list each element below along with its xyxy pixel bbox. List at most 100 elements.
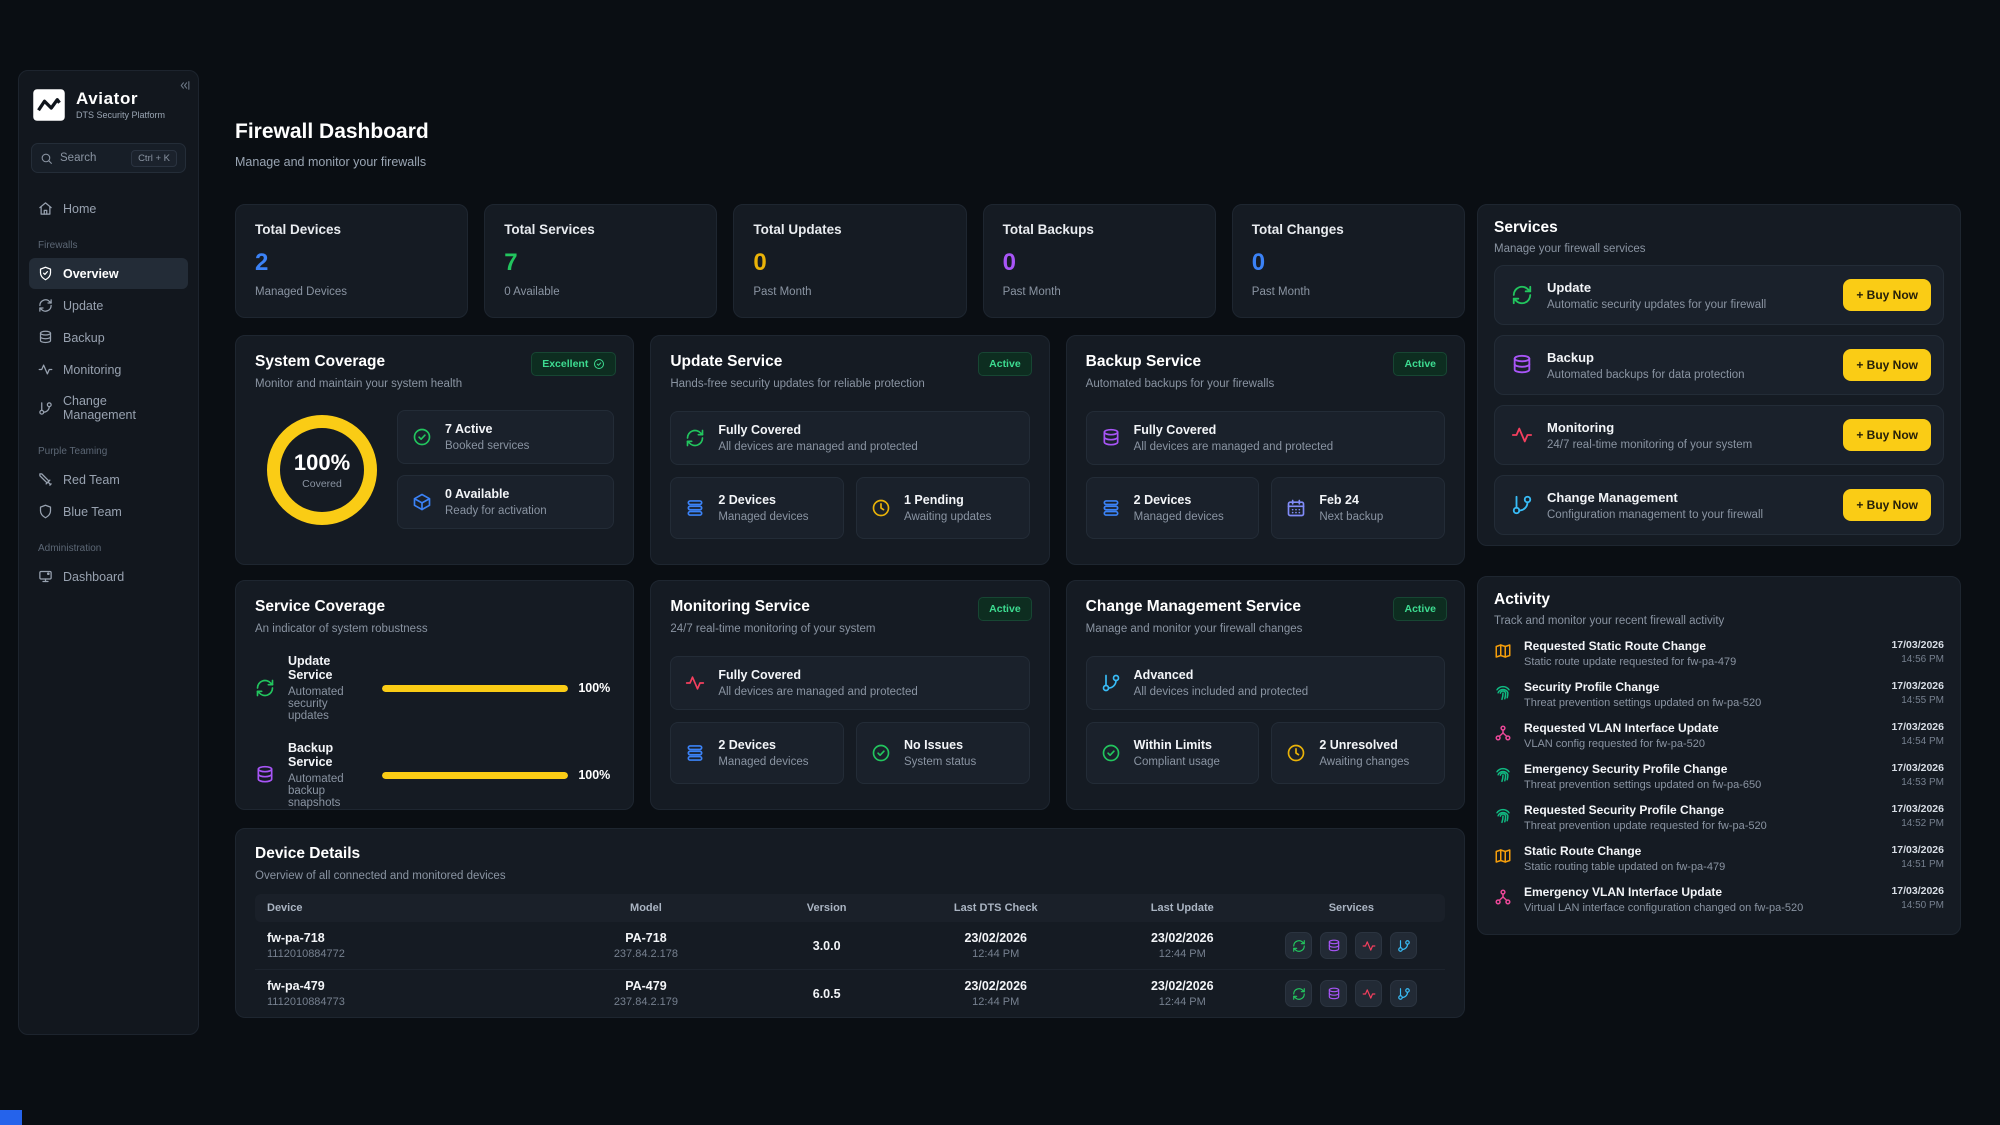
card-title: Service Coverage: [255, 598, 614, 616]
fingerprint-icon: [1494, 683, 1512, 701]
service-chip: [1355, 932, 1382, 959]
activity-caption: Threat prevention settings updated on fw…: [1524, 697, 1879, 709]
service-offer-row: Change Management Configuration manageme…: [1494, 475, 1944, 535]
sidebar-item[interactable]: Blue Team: [29, 496, 188, 527]
fingerprint-icon: [1494, 765, 1512, 783]
buy-now-button[interactable]: + Buy Now: [1843, 349, 1931, 381]
sidebar-item[interactable]: Dashboard: [29, 561, 188, 592]
buy-now-button[interactable]: + Buy Now: [1843, 279, 1931, 311]
activity-icon: [1362, 939, 1376, 953]
sidebar-item[interactable]: Backup: [29, 322, 188, 353]
sidebar-item-label: Red Team: [63, 473, 120, 487]
table-row[interactable]: fw-pa-7181112010884772 PA-718237.84.2.17…: [255, 922, 1445, 969]
refresh-icon: [1511, 284, 1533, 306]
sidebar-item-label: Update: [63, 299, 103, 313]
coverage-items: 7 Active Booked services 0 Available Rea…: [397, 410, 614, 529]
change-management-service-card: Active Change Management Service Manage …: [1066, 580, 1465, 810]
activity-caption: VLAN config requested for fw-pa-520: [1524, 738, 1879, 750]
sidebar-item-label: Backup: [63, 331, 105, 345]
activity-icon: [685, 673, 705, 693]
search-icon: [40, 152, 53, 165]
service-chip: [1390, 932, 1417, 959]
database-icon: [1327, 939, 1341, 953]
card-subtitle: An indicator of system robustness: [255, 623, 614, 635]
activity-item: Requested Security Profile Change Threat…: [1494, 803, 1944, 832]
service-chip: [1355, 980, 1382, 1007]
monitor-icon: [38, 569, 53, 584]
sidebar-item-home[interactable]: Home: [29, 193, 188, 224]
git-branch-icon: [1397, 939, 1411, 953]
clock-icon: [1286, 743, 1306, 763]
sidebar: Aviator DTS Security Platform Search Ctr…: [18, 70, 199, 1035]
fingerprint-icon: [1494, 806, 1512, 824]
buy-now-button[interactable]: + Buy Now: [1843, 489, 1931, 521]
map-icon: [1494, 642, 1512, 660]
activity-title: Static Route Change: [1524, 844, 1879, 858]
activity-icon: [38, 362, 53, 377]
app-tagline: DTS Security Platform: [76, 110, 165, 120]
feature-item: 2 Unresolved Awaiting changes: [1271, 722, 1445, 784]
page-header: Firewall Dashboard Manage and monitor yo…: [235, 120, 429, 169]
sidebar-item[interactable]: Red Team: [29, 464, 188, 495]
sidebar-item-label: Change Management: [63, 394, 179, 422]
home-icon: [38, 201, 53, 216]
refresh-icon: [1292, 939, 1306, 953]
activity-caption: Threat prevention update requested for f…: [1524, 820, 1879, 832]
activity-list: Requested Static Route Change Static rou…: [1494, 639, 1944, 914]
device-model: PA-479: [535, 979, 757, 993]
feature-item: Advanced All devices included and protec…: [1086, 656, 1445, 710]
search-input[interactable]: Search Ctrl + K: [31, 143, 186, 173]
status-badge: Active: [978, 597, 1032, 621]
nav-section-firewalls: Firewalls: [29, 225, 188, 258]
sidebar-item[interactable]: Update: [29, 290, 188, 321]
feature-item: Within Limits Compliant usage: [1086, 722, 1260, 784]
device-model: PA-718: [535, 931, 757, 945]
feature-item: Fully Covered All devices are managed an…: [1086, 411, 1445, 465]
sidebar-nav: Home Firewalls Overview Update Backup: [19, 181, 198, 592]
activity-time: 14:50 PM: [1891, 900, 1944, 911]
stat-card: Total Devices 2 Managed Devices: [235, 204, 468, 318]
nav-group-firewalls: Overview Update Backup Monitoring: [29, 258, 188, 430]
table-row[interactable]: fw-pa-4791112010884773 PA-479237.84.2.17…: [255, 969, 1445, 1017]
activity-date: 17/03/2026: [1891, 803, 1944, 815]
calendar-icon: [1286, 498, 1306, 518]
app-logo-icon: [31, 87, 67, 123]
sidebar-item[interactable]: Change Management: [29, 386, 188, 430]
service-chip: [1390, 980, 1417, 1007]
refresh-icon: [685, 428, 705, 448]
buy-now-button[interactable]: + Buy Now: [1843, 419, 1931, 451]
card-subtitle: Manage and monitor your firewall changes: [1086, 623, 1445, 635]
stack-icon: [685, 743, 705, 763]
stat-card: Total Updates 0 Past Month: [733, 204, 966, 318]
status-badge: Active: [1393, 597, 1447, 621]
check-circle-icon: [1101, 743, 1121, 763]
sidebar-item-label: Home: [63, 202, 96, 216]
sidebar-item[interactable]: Monitoring: [29, 354, 188, 385]
card-subtitle: Automated backups for your firewalls: [1086, 378, 1445, 390]
coverage-percent: 100%: [294, 450, 350, 476]
box-icon: [412, 492, 432, 512]
activity-caption: Static routing table updated on fw-pa-47…: [1524, 861, 1879, 873]
device-name: fw-pa-479: [267, 979, 535, 993]
activity-item: Requested VLAN Interface Update VLAN con…: [1494, 721, 1944, 750]
sidebar-item[interactable]: Overview: [29, 258, 188, 289]
stat-value: 2: [255, 249, 448, 277]
activity-item: Security Profile Change Threat preventio…: [1494, 680, 1944, 709]
device-version: 3.0.0: [757, 939, 897, 953]
monitoring-service-card: Active Monitoring Service 24/7 real-time…: [650, 580, 1049, 810]
feature-item: 2 Devices Managed devices: [1086, 477, 1260, 539]
search-placeholder: Search: [60, 152, 124, 164]
activity-date: 17/03/2026: [1891, 721, 1944, 733]
activity-caption: Virtual LAN interface configuration chan…: [1524, 902, 1879, 914]
sidebar-collapse-icon[interactable]: [178, 79, 191, 92]
service-chip: [1285, 980, 1312, 1007]
device-serial: 1112010884773: [267, 996, 535, 1008]
activity-date: 17/03/2026: [1891, 762, 1944, 774]
nav-section-administration: Administration: [29, 528, 188, 561]
progress-percent: 100%: [578, 768, 614, 782]
activity-item: Static Route Change Static routing table…: [1494, 844, 1944, 873]
activity-item: Requested Static Route Change Static rou…: [1494, 639, 1944, 668]
column-header: Version: [757, 902, 897, 914]
table-header: Device Model Version Last DTS Check Last…: [255, 894, 1445, 922]
activity-title: Security Profile Change: [1524, 680, 1879, 694]
